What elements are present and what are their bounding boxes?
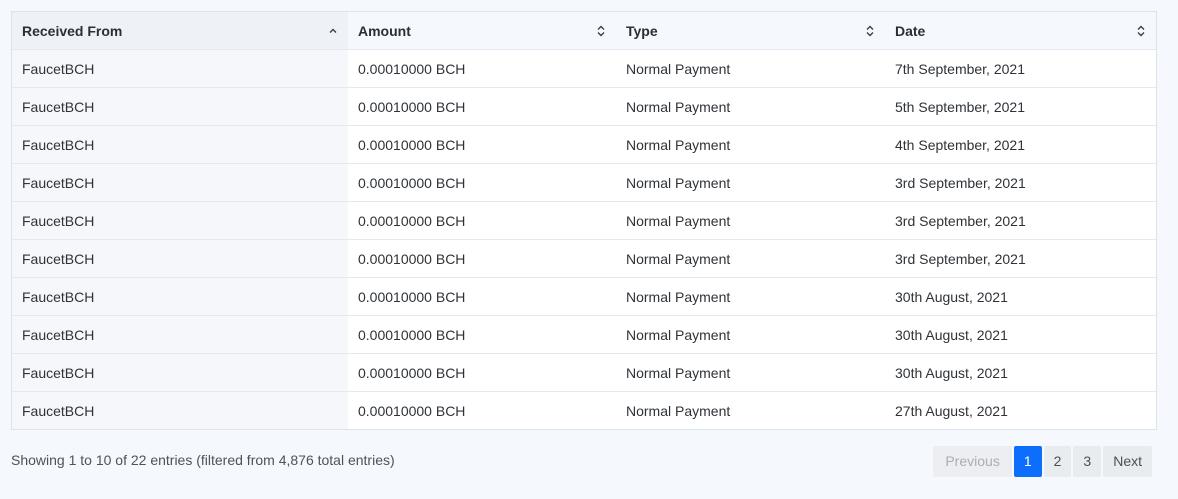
cell-amount: 0.00010000 BCH [348,87,616,126]
table-row: FaucetBCH 0.00010000 BCH Normal Payment … [12,125,1156,164]
page-button-2[interactable]: 2 [1043,446,1072,477]
previous-page-button[interactable]: Previous [933,446,1012,477]
cell-date: 5th September, 2021 [885,87,1156,126]
cell-date: 30th August, 2021 [885,353,1156,392]
cell-type: Normal Payment [616,49,885,88]
cell-date: 7th September, 2021 [885,49,1156,88]
cell-received-from: FaucetBCH [12,49,348,88]
table-row: FaucetBCH 0.00010000 BCH Normal Payment … [12,277,1156,316]
table-row: FaucetBCH 0.00010000 BCH Normal Payment … [12,353,1156,392]
column-header-label: Date [895,22,926,39]
cell-amount: 0.00010000 BCH [348,277,616,316]
cell-type: Normal Payment [616,277,885,316]
cell-date: 30th August, 2021 [885,277,1156,316]
column-header-received-from[interactable]: Received From [12,12,348,50]
page-button-1[interactable]: 1 [1013,446,1042,477]
sort-icon [1137,25,1145,36]
sort-icon [597,25,605,36]
cell-type: Normal Payment [616,163,885,202]
table-row: FaucetBCH 0.00010000 BCH Normal Payment … [12,315,1156,354]
transactions-table-container: Received From Amount Type Date FaucetBCH… [11,11,1157,430]
cell-date: 4th September, 2021 [885,125,1156,164]
column-header-amount[interactable]: Amount [348,12,616,50]
column-header-type[interactable]: Type [616,12,885,50]
cell-amount: 0.00010000 BCH [348,353,616,392]
cell-received-from: FaucetBCH [12,391,348,429]
cell-amount: 0.00010000 BCH [348,163,616,202]
cell-date: 3rd September, 2021 [885,239,1156,278]
column-header-date[interactable]: Date [885,12,1156,50]
cell-received-from: FaucetBCH [12,239,348,278]
table-row: FaucetBCH 0.00010000 BCH Normal Payment … [12,239,1156,278]
cell-received-from: FaucetBCH [12,315,348,354]
cell-type: Normal Payment [616,201,885,240]
cell-amount: 0.00010000 BCH [348,125,616,164]
cell-received-from: FaucetBCH [12,277,348,316]
page-button-3[interactable]: 3 [1073,446,1102,477]
table-row: FaucetBCH 0.00010000 BCH Normal Payment … [12,391,1156,429]
table-row: FaucetBCH 0.00010000 BCH Normal Payment … [12,201,1156,240]
table-header-row: Received From Amount Type Date [12,12,1156,50]
table-row: FaucetBCH 0.00010000 BCH Normal Payment … [12,87,1156,126]
cell-type: Normal Payment [616,239,885,278]
column-header-label: Amount [358,22,411,39]
column-header-label: Received From [22,22,123,39]
table-row: FaucetBCH 0.00010000 BCH Normal Payment … [12,163,1156,202]
cell-type: Normal Payment [616,87,885,126]
cell-received-from: FaucetBCH [12,163,348,202]
sort-icon [866,25,874,36]
cell-received-from: FaucetBCH [12,353,348,392]
cell-date: 3rd September, 2021 [885,163,1156,202]
transactions-table: Received From Amount Type Date FaucetBCH… [12,12,1156,429]
next-page-button[interactable]: Next [1103,446,1152,477]
cell-amount: 0.00010000 BCH [348,201,616,240]
cell-received-from: FaucetBCH [12,125,348,164]
pagination: Previous 1 2 3 Next [933,446,1152,477]
cell-received-from: FaucetBCH [12,201,348,240]
cell-type: Normal Payment [616,315,885,354]
cell-amount: 0.00010000 BCH [348,391,616,429]
cell-amount: 0.00010000 BCH [348,49,616,88]
table-info-text: Showing 1 to 10 of 22 entries (filtered … [11,452,395,468]
cell-date: 27th August, 2021 [885,391,1156,429]
table-row: FaucetBCH 0.00010000 BCH Normal Payment … [12,49,1156,88]
cell-date: 30th August, 2021 [885,315,1156,354]
cell-type: Normal Payment [616,391,885,429]
cell-amount: 0.00010000 BCH [348,239,616,278]
cell-type: Normal Payment [616,125,885,164]
column-header-label: Type [626,22,658,39]
cell-received-from: FaucetBCH [12,87,348,126]
sort-ascending-icon [329,28,337,33]
cell-date: 3rd September, 2021 [885,201,1156,240]
cell-type: Normal Payment [616,353,885,392]
cell-amount: 0.00010000 BCH [348,315,616,354]
